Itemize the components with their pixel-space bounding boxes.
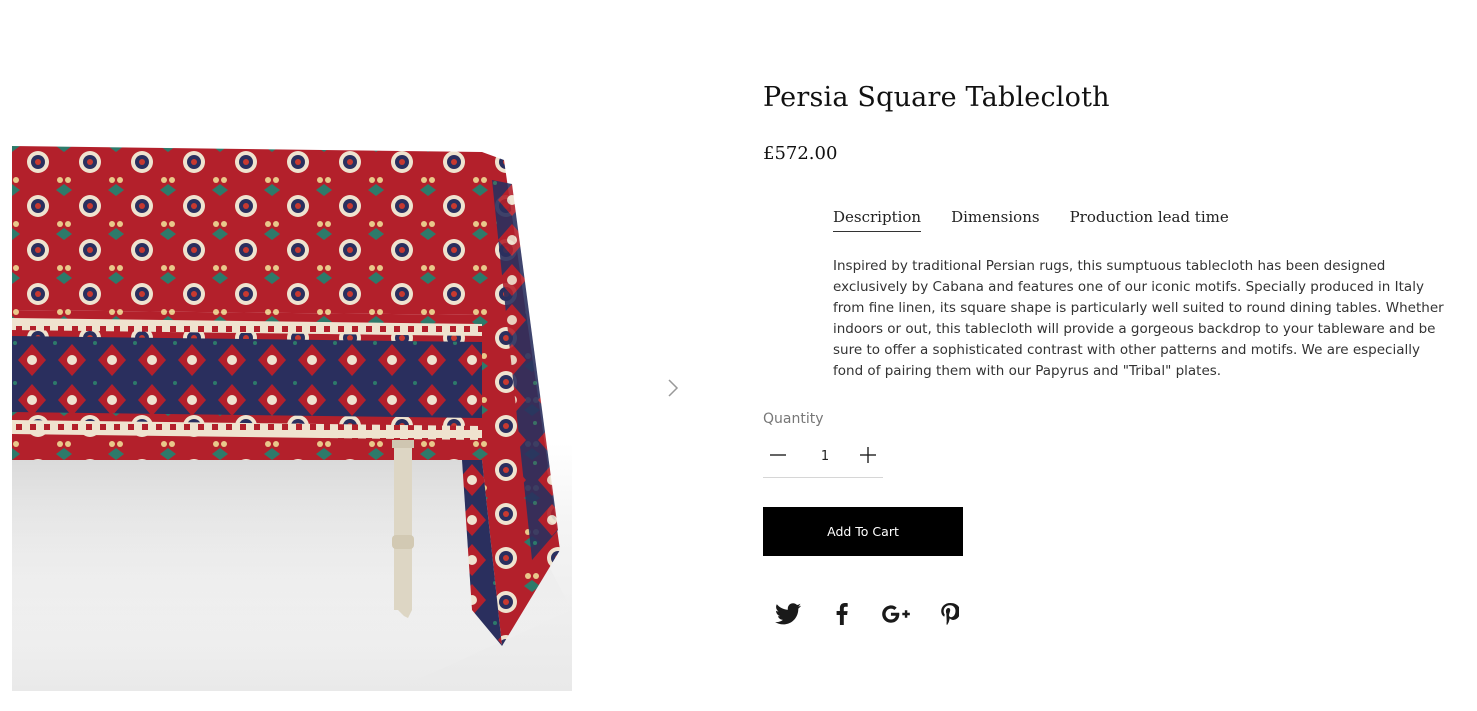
quantity-label: Quantity xyxy=(763,411,824,427)
tab-production-lead-time[interactable]: Production lead time xyxy=(1070,208,1229,232)
share-facebook-button[interactable] xyxy=(828,600,856,628)
share-google-plus-button[interactable] xyxy=(882,600,910,628)
plus-icon xyxy=(860,447,876,463)
product-description: Inspired by traditional Persian rugs, th… xyxy=(833,258,1444,379)
google-plus-icon xyxy=(882,605,910,623)
product-image xyxy=(12,140,572,691)
chevron-right-icon xyxy=(668,379,679,397)
share-twitter-button[interactable] xyxy=(774,600,802,628)
quantity-increase-button[interactable] xyxy=(857,444,879,466)
add-to-cart-button[interactable]: Add To Cart xyxy=(763,507,963,556)
facebook-icon xyxy=(836,603,848,625)
product-tabs: Description Dimensions Production lead t… xyxy=(833,208,1229,232)
share-pinterest-button[interactable] xyxy=(936,600,964,628)
tab-dimensions[interactable]: Dimensions xyxy=(951,208,1039,232)
twitter-icon xyxy=(775,603,801,625)
product-price: £572.00 xyxy=(763,143,838,164)
tab-description[interactable]: Description xyxy=(833,208,922,232)
product-title: Persia Square Tablecloth xyxy=(763,82,1110,113)
minus-icon xyxy=(770,454,786,456)
gallery-next-button[interactable] xyxy=(660,370,686,406)
quantity-decrease-button[interactable] xyxy=(767,444,789,466)
pinterest-icon xyxy=(941,603,959,625)
quantity-input[interactable] xyxy=(803,448,847,465)
quantity-stepper xyxy=(763,440,883,478)
share-links xyxy=(774,600,964,628)
